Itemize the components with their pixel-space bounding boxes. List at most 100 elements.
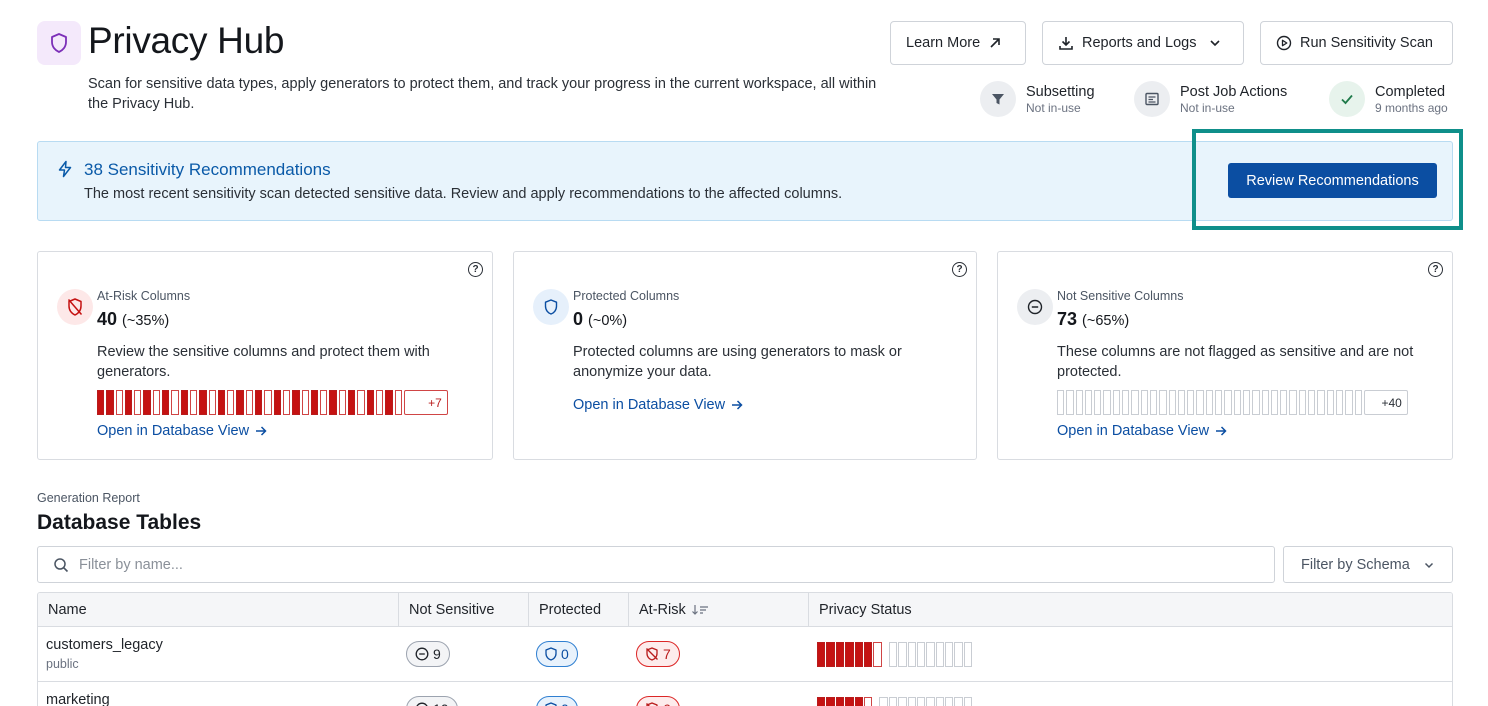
bar-segment <box>1187 390 1195 415</box>
filter-by-name-search[interactable] <box>37 546 1275 583</box>
bar-segment <box>106 390 114 415</box>
bar-segment <box>1075 390 1083 415</box>
run-sensitivity-scan-button[interactable]: Run Sensitivity Scan <box>1260 21 1453 65</box>
at-risk-count-badge: 6 <box>636 696 680 706</box>
database-tables-title: Database Tables <box>37 511 202 534</box>
learn-more-label: Learn More <box>906 35 981 51</box>
status-segment <box>863 642 873 667</box>
page-description: Scan for sensitive data types, apply gen… <box>88 76 877 112</box>
bar-segment <box>1196 390 1204 415</box>
bar-segment <box>292 390 300 415</box>
at-risk-open-link[interactable]: Open in Database View <box>97 423 267 439</box>
protected-text: Protected columns are using generators t… <box>573 344 902 380</box>
bar-segment <box>1317 390 1325 415</box>
bar-segment <box>1094 390 1102 415</box>
banner-title: 38 Sensitivity Recommendations <box>84 160 331 179</box>
download-icon <box>1059 37 1073 50</box>
reports-and-logs-button[interactable]: Reports and Logs <box>1042 21 1244 65</box>
column-header-at-risk[interactable]: At-Risk <box>629 593 809 627</box>
help-icon[interactable]: ? <box>468 262 483 277</box>
protected-open-link[interactable]: Open in Database View <box>573 397 743 413</box>
table-name[interactable]: customers_legacy <box>46 637 163 653</box>
bar-segment <box>385 390 393 415</box>
at-risk-columns-card: ? At-Risk Columns 40 (~35%) Review the s… <box>37 251 493 460</box>
status-segment <box>845 642 854 667</box>
shield-icon <box>533 289 569 325</box>
bar-segment <box>1112 390 1121 415</box>
check-icon <box>1329 81 1365 117</box>
bar-segment <box>1140 390 1148 415</box>
bar-segment <box>1084 390 1093 415</box>
bar-segment <box>1289 390 1297 415</box>
help-icon[interactable]: ? <box>952 262 967 277</box>
completed-status: Completed 9 months ago <box>1329 81 1448 117</box>
status-segment <box>854 642 863 667</box>
at-risk-label: At-Risk Columns <box>97 289 191 303</box>
protected-columns-card: ? Protected Columns 0 (~0%) Protected co… <box>513 251 977 460</box>
not-sensitive-open-link[interactable]: Open in Database View <box>1057 423 1227 439</box>
bar-segment <box>320 390 328 415</box>
column-header-not-sensitive[interactable]: Not Sensitive <box>399 593 529 627</box>
post-job-actions-sub: Not in-use <box>1180 100 1235 115</box>
bar-segment <box>1252 390 1260 415</box>
status-segment <box>945 642 954 667</box>
arrow-right-icon <box>1216 426 1227 436</box>
status-segment <box>935 642 945 667</box>
filter-by-schema-dropdown[interactable]: Filter by Schema <box>1283 546 1453 583</box>
lightning-icon <box>56 160 74 183</box>
bar-segment <box>1103 390 1111 415</box>
bar-segment <box>282 390 291 415</box>
bar-segment <box>1335 390 1344 415</box>
bar-segment <box>366 390 374 415</box>
bar-segment <box>348 390 356 415</box>
database-tables-table: Name Not Sensitive Protected At-Risk Pri… <box>37 592 1453 706</box>
not-sensitive-columns-card: ? Not Sensitive Columns 73 (~65%) These … <box>997 251 1453 460</box>
review-recommendations-button[interactable]: Review Recommendations <box>1228 163 1437 198</box>
minus-circle-icon <box>1017 289 1053 325</box>
column-header-protected[interactable]: Protected <box>529 593 629 627</box>
bar-segment <box>1298 390 1307 415</box>
sort-descending-icon[interactable] <box>691 604 710 616</box>
help-icon[interactable]: ? <box>1428 262 1443 277</box>
protected-label: Protected Columns <box>573 289 680 303</box>
search-icon <box>54 557 69 572</box>
page-title: Privacy Hub <box>88 20 285 61</box>
learn-more-button[interactable]: Learn More <box>890 21 1026 65</box>
status-segment <box>873 642 882 667</box>
completed-sub: 9 months ago <box>1375 100 1448 115</box>
table-row[interactable]: marketing 10 0 6 <box>38 682 1452 706</box>
bar-segment <box>394 390 402 415</box>
not-sensitive-value: 73 (~65%) <box>1057 309 1130 329</box>
filter-by-schema-label: Filter by Schema <box>1301 556 1410 573</box>
subsetting-label: Subsetting <box>1026 83 1095 100</box>
bar-segment <box>217 390 226 415</box>
post-job-actions-label: Post Job Actions <box>1180 83 1288 100</box>
minus-circle-icon <box>415 647 429 661</box>
bar-segment <box>1057 390 1065 415</box>
status-segment <box>916 697 926 706</box>
bar-segment <box>1280 390 1288 415</box>
shield-off-icon <box>57 289 93 325</box>
bar-segment <box>171 390 179 415</box>
status-segment <box>835 642 845 667</box>
column-header-name[interactable]: Name <box>38 593 399 627</box>
at-risk-value: 40 (~35%) <box>97 309 170 329</box>
status-segment <box>935 697 945 706</box>
not-sensitive-text: These columns are not flagged as sensiti… <box>1057 344 1414 380</box>
column-header-privacy-status[interactable]: Privacy Status <box>809 593 1452 627</box>
bar-segment <box>1177 390 1186 415</box>
bar-segment <box>236 390 244 415</box>
protected-count-badge: 0 <box>536 641 578 667</box>
bar-segment <box>134 390 142 415</box>
not-sensitive-count-badge: 10 <box>406 696 458 706</box>
reports-and-logs-label: Reports and Logs <box>1082 35 1197 51</box>
bar-segment <box>264 390 272 415</box>
run-sensitivity-scan-label: Run Sensitivity Scan <box>1300 35 1433 51</box>
table-name[interactable]: marketing <box>46 692 110 706</box>
status-segment <box>926 697 935 706</box>
bar-segment <box>1159 390 1167 415</box>
filter-by-name-input[interactable] <box>79 556 1179 573</box>
bar-segment <box>338 390 347 415</box>
bar-segment <box>273 390 281 415</box>
table-row[interactable]: customers_legacy public 9 0 7 <box>38 627 1452 682</box>
